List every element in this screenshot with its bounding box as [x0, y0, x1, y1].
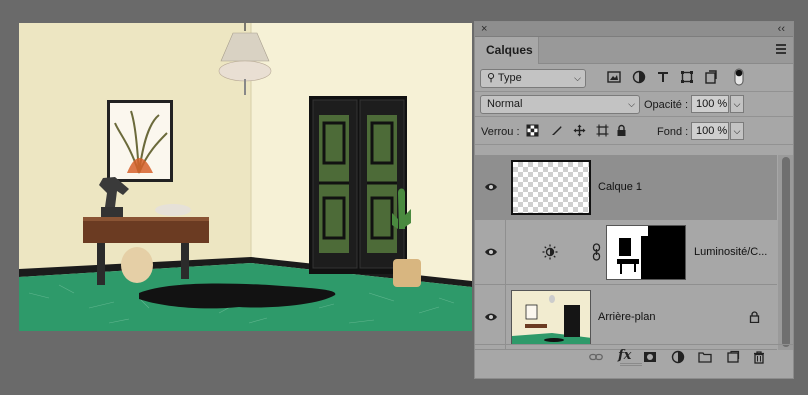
lock-image-pixels-icon[interactable]: [550, 124, 563, 137]
chevron-down-icon: ⌵: [733, 126, 741, 136]
tab-calques[interactable]: Calques: [475, 37, 539, 64]
fill-label: Fond :: [657, 126, 689, 138]
layer-lock-icon[interactable]: [749, 311, 760, 323]
blend-row: Normal ⌵ Opacité : 100 % ⌵: [475, 92, 793, 117]
trash-icon[interactable]: [752, 350, 766, 364]
shape-filter-icon[interactable]: [680, 70, 694, 84]
lock-transparent-pixels-icon[interactable]: [526, 124, 539, 137]
smart-object-filter-icon[interactable]: [704, 70, 718, 84]
visibility-eye-icon[interactable]: [484, 312, 498, 322]
filter-row: ⚲ Type ⌵: [475, 64, 793, 92]
visibility-eye-icon[interactable]: [484, 182, 498, 192]
layer-thumbnail-background[interactable]: [511, 290, 591, 345]
lock-all-icon[interactable]: [615, 124, 628, 137]
opacity-dropdown-button[interactable]: ⌵: [730, 95, 744, 113]
adjustment-filter-icon[interactable]: [632, 70, 646, 84]
layer-mask-thumbnail[interactable]: [606, 225, 686, 280]
layer-row-arriere-plan[interactable]: Arrière-plan: [475, 285, 777, 350]
add-mask-icon[interactable]: [643, 350, 657, 364]
panel-tab-row: Calques: [475, 37, 793, 64]
visibility-eye-icon[interactable]: [484, 247, 498, 257]
new-layer-icon[interactable]: [726, 350, 740, 364]
text-filter-icon[interactable]: [656, 70, 670, 84]
layer-row-calque-1[interactable]: Calque 1: [475, 155, 777, 220]
chevron-down-icon: ⌵: [733, 99, 741, 109]
panel-title-bar: × ‹‹: [475, 22, 793, 37]
brightness-adjustment-icon[interactable]: [542, 244, 558, 260]
layer-name[interactable]: Luminosité/C...: [694, 246, 767, 258]
lock-row: Verrou : Fond : 100 % ⌵: [475, 117, 793, 145]
new-adjustment-icon[interactable]: [671, 350, 685, 364]
lock-label: Verrou :: [481, 126, 520, 138]
mask-link-icon[interactable]: [592, 243, 601, 261]
filter-type-label: Type: [497, 72, 522, 84]
layer-row-luminosite[interactable]: Luminosité/C...: [475, 220, 777, 285]
layers-bottom-bar: fx: [475, 344, 793, 368]
eye-column-divider: [505, 155, 506, 220]
layer-thumbnail-transparent[interactable]: [511, 160, 591, 215]
layer-name[interactable]: Arrière-plan: [598, 311, 655, 323]
layer-name[interactable]: Calque 1: [598, 181, 642, 193]
search-icon: ⚲: [487, 72, 496, 84]
image-filter-icon[interactable]: [607, 70, 621, 84]
lock-artboard-icon[interactable]: [596, 124, 609, 137]
link-layers-icon[interactable]: [589, 350, 603, 364]
scrollbar-thumb[interactable]: [782, 157, 790, 347]
chevron-down-icon: ⌵: [628, 99, 635, 109]
eye-column-divider: [505, 220, 506, 285]
layers-panel: × ‹‹ Calques ⚲ Type ⌵ Normal ⌵ Opacité :…: [474, 21, 794, 379]
fill-dropdown-button[interactable]: ⌵: [730, 122, 744, 140]
fill-input[interactable]: 100 %: [691, 122, 729, 140]
chevron-down-icon: ⌵: [574, 73, 581, 83]
lock-position-icon[interactable]: [573, 124, 586, 137]
new-group-icon[interactable]: [698, 350, 712, 364]
resize-grip[interactable]: [620, 363, 642, 366]
layers-scrollbar[interactable]: [778, 155, 793, 350]
close-panel-button[interactable]: ×: [481, 22, 487, 37]
eye-column-divider: [505, 285, 506, 350]
opacity-input[interactable]: 100 %: [691, 95, 729, 113]
panel-menu-icon[interactable]: [776, 44, 786, 54]
fx-icon[interactable]: fx: [618, 348, 631, 363]
blend-mode-select[interactable]: Normal ⌵: [480, 95, 640, 114]
collapse-panel-button[interactable]: ‹‹: [778, 22, 785, 37]
blend-mode-value: Normal: [487, 98, 523, 110]
opacity-label: Opacité :: [644, 99, 689, 111]
filter-toggle-icon[interactable]: [734, 68, 744, 86]
filter-type-select[interactable]: ⚲ Type ⌵: [480, 69, 586, 88]
document-canvas[interactable]: [19, 23, 472, 331]
